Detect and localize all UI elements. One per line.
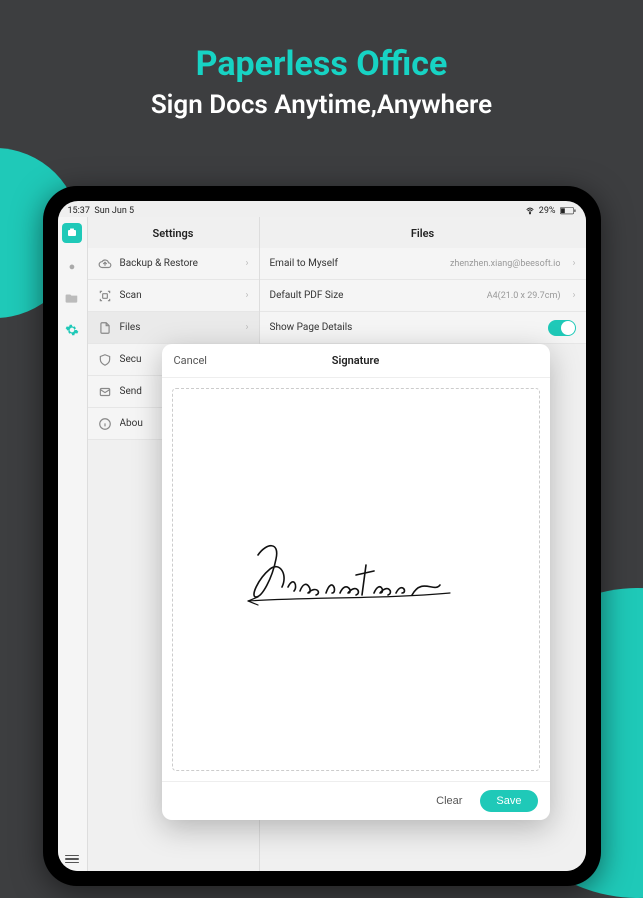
modal-header: Cancel Signature xyxy=(162,344,550,378)
tablet-screen: 15:37 Sun Jun 5 29% ● xyxy=(58,201,586,871)
files-row-pdfsize[interactable]: Default PDF Size A4(21.0 x 29.7cm) › xyxy=(260,280,586,312)
status-bar: 15:37 Sun Jun 5 29% xyxy=(58,201,586,217)
scan-icon xyxy=(98,289,112,303)
save-button[interactable]: Save xyxy=(480,790,537,812)
promo-subtitle: Sign Docs Anytime,Anywhere xyxy=(0,90,643,120)
tablet-frame: 15:37 Sun Jun 5 29% ● xyxy=(43,186,601,886)
status-right: 29% xyxy=(525,206,576,216)
hamburger-icon[interactable] xyxy=(65,855,79,864)
sidebar-app-icon[interactable] xyxy=(62,223,82,243)
modal-footer: Clear Save xyxy=(162,781,550,820)
files-label: Show Page Details xyxy=(270,322,540,333)
clear-button[interactable]: Clear xyxy=(426,791,472,811)
signature-canvas-wrap xyxy=(162,378,550,781)
status-date: Sun Jun 5 xyxy=(94,206,134,216)
settings-row-scan[interactable]: Scan › xyxy=(88,280,259,312)
files-label: Default PDF Size xyxy=(270,290,479,301)
files-value: A4(21.0 x 29.7cm) xyxy=(487,291,561,301)
promo-block: Paperless Office Sign Docs Anytime,Anywh… xyxy=(0,0,643,120)
settings-label: Backup & Restore xyxy=(120,258,238,269)
shield-icon xyxy=(98,353,112,367)
status-battery: 29% xyxy=(539,206,556,216)
settings-header: Settings xyxy=(88,217,259,248)
files-row-showdetails[interactable]: Show Page Details xyxy=(260,312,586,344)
sidebar: ● xyxy=(58,217,88,871)
status-time-date: 15:37 Sun Jun 5 xyxy=(68,206,135,216)
cancel-button[interactable]: Cancel xyxy=(174,354,207,367)
cloud-upload-icon xyxy=(98,257,112,271)
chevron-right-icon: › xyxy=(572,290,575,301)
modal-title: Signature xyxy=(332,354,380,367)
settings-row-backup[interactable]: Backup & Restore › xyxy=(88,248,259,280)
signature-modal: Cancel Signature xyxy=(162,344,550,820)
sidebar-gear-icon[interactable] xyxy=(63,321,81,339)
send-icon xyxy=(98,385,112,399)
info-icon xyxy=(98,417,112,431)
settings-label: Files xyxy=(120,322,238,333)
signature-canvas[interactable] xyxy=(172,388,540,771)
toggle-switch[interactable] xyxy=(548,320,576,336)
promo-title: Paperless Office xyxy=(0,44,643,84)
file-icon xyxy=(98,321,112,335)
files-value: zhenzhen.xiang@beesoft.io xyxy=(450,259,561,269)
files-row-email[interactable]: Email to Myself zhenzhen.xiang@beesoft.i… xyxy=(260,248,586,280)
chevron-right-icon: › xyxy=(245,258,248,269)
settings-row-files[interactable]: Files › xyxy=(88,312,259,344)
signature-drawing xyxy=(236,535,476,625)
sidebar-dot-icon[interactable]: ● xyxy=(63,257,81,275)
chevron-right-icon: › xyxy=(572,258,575,269)
files-label: Email to Myself xyxy=(270,258,442,269)
battery-icon xyxy=(560,207,576,215)
status-time: 15:37 xyxy=(68,206,90,216)
wifi-icon xyxy=(525,207,535,215)
chevron-right-icon: › xyxy=(245,322,248,333)
chevron-right-icon: › xyxy=(245,290,248,301)
settings-label: Scan xyxy=(120,290,238,301)
sidebar-folder-icon[interactable] xyxy=(63,289,81,307)
files-header: Files xyxy=(260,217,586,248)
